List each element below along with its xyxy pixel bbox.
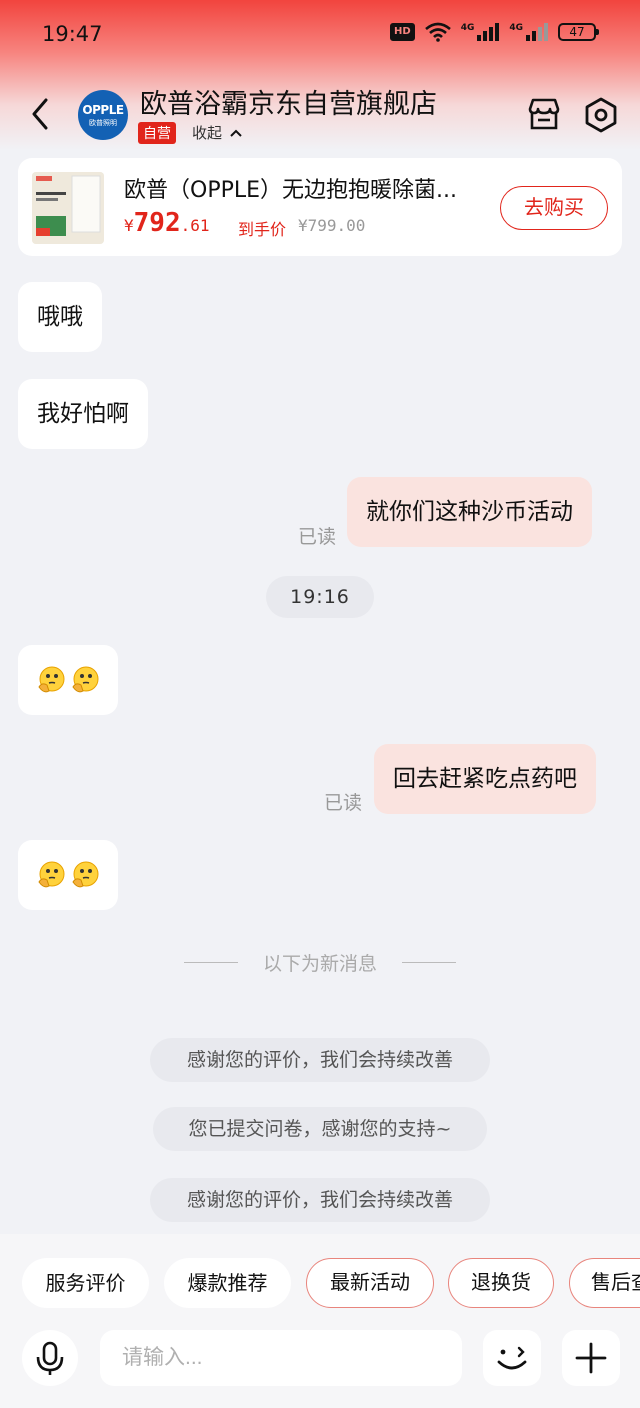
settings-icon[interactable]: [582, 96, 620, 134]
collapse-label: 收起: [192, 124, 223, 142]
message-input[interactable]: [100, 1330, 462, 1386]
back-arrow-icon[interactable]: [28, 94, 54, 134]
self-run-badge: 自营: [138, 122, 176, 144]
system-message: 感谢您的评价，我们会持续改善: [150, 1038, 490, 1082]
original-price: ¥799.00: [298, 216, 366, 235]
quick-chip-latest-activity[interactable]: 最新活动: [306, 1258, 434, 1308]
quick-chip-return-exchange[interactable]: 退换货: [448, 1258, 554, 1308]
bottom-bar: 服务评价 爆款推荐 最新活动 退换货 售后查: [0, 1234, 640, 1408]
chat-header: OPPLE 欧普照明 欧普浴霸京东自营旗舰店 自营 收起: [0, 78, 640, 150]
quick-chip-hot-recommend[interactable]: 爆款推荐: [164, 1258, 291, 1308]
signal-icon-2: 4G: [509, 23, 548, 41]
hd-icon: HD: [390, 23, 415, 41]
status-bar: 19:47 HD 4G 4G 47: [0, 0, 640, 70]
emoji-button[interactable]: [483, 1330, 541, 1386]
product-price: ¥792.61: [124, 208, 210, 238]
thinking-face-icon: [72, 861, 99, 888]
message-bubble[interactable]: [18, 840, 118, 910]
hand-price-label: 到手价: [238, 220, 287, 239]
message-bubble[interactable]: 哦哦: [18, 282, 102, 352]
product-card[interactable]: 欧普（OPPLE）无边抱抱暖除菌... ¥792.61 到手价 ¥799.00 …: [18, 158, 622, 256]
shop-name[interactable]: 欧普浴霸京东自营旗舰店: [140, 82, 437, 121]
wifi-icon: [424, 22, 451, 42]
shop-logo[interactable]: OPPLE 欧普照明: [78, 90, 128, 140]
wink-face-icon: [497, 1346, 527, 1370]
quick-chip-after-sales[interactable]: 售后查: [569, 1258, 640, 1308]
product-title[interactable]: 欧普（OPPLE）无边抱抱暖除菌...: [124, 172, 504, 204]
status-icons: HD 4G 4G 47: [390, 22, 599, 42]
divider-line: [401, 961, 456, 963]
thinking-face-icon: [38, 861, 65, 888]
more-button[interactable]: [562, 1330, 620, 1386]
voice-button[interactable]: [22, 1330, 78, 1386]
read-status: 已读: [324, 792, 363, 814]
signal-icon-1: 4G: [461, 23, 500, 41]
emoji-group: [36, 860, 100, 890]
new-message-divider: 以下为新消息: [184, 948, 456, 976]
product-image: [32, 172, 104, 244]
divider-line: [184, 961, 238, 963]
message-timestamp: 19:16: [266, 576, 374, 618]
product-thumbnail[interactable]: [32, 172, 104, 244]
battery-icon: 47: [558, 23, 599, 41]
thinking-face-icon: [72, 666, 99, 693]
collapse-toggle[interactable]: 收起: [192, 122, 243, 143]
chevron-up-icon: [230, 129, 242, 137]
message-bubble[interactable]: 就你们这种沙币活动: [347, 477, 592, 547]
emoji-group: [36, 665, 100, 695]
store-icon[interactable]: [526, 96, 562, 132]
message-bubble[interactable]: 回去赶紧吃点药吧: [374, 744, 596, 814]
buy-button[interactable]: 去购买: [500, 186, 608, 230]
message-bubble[interactable]: [18, 645, 118, 715]
quick-chip-service-review[interactable]: 服务评价: [22, 1258, 149, 1308]
divider-text: 以下为新消息: [262, 952, 377, 975]
read-status: 已读: [298, 526, 337, 548]
status-time: 19:47: [42, 22, 103, 46]
microphone-icon: [36, 1341, 64, 1375]
plus-icon: [575, 1342, 607, 1374]
system-message: 您已提交问卷，感谢您的支持~: [153, 1107, 487, 1151]
message-bubble[interactable]: 我好怕啊: [18, 379, 148, 449]
thinking-face-icon: [38, 666, 65, 693]
system-message: 感谢您的评价，我们会持续改善: [150, 1178, 490, 1222]
